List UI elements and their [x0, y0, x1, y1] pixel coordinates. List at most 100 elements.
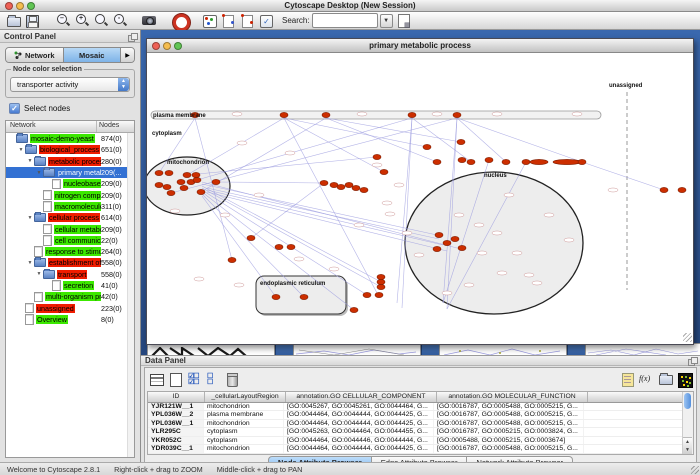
preferences-icon[interactable] [396, 13, 412, 28]
tree-row-nitrogen-compo[interactable]: nitrogen compo209(0) [6, 189, 134, 200]
graph-node[interactable] [553, 159, 581, 164]
edge[interactable] [202, 184, 437, 235]
disclosure-triangle[interactable]: ▼ [26, 158, 34, 164]
graph-node[interactable] [678, 187, 686, 192]
float-panel-icon[interactable] [128, 33, 136, 40]
notes-icon[interactable] [620, 372, 635, 387]
graph-node[interactable] [192, 172, 200, 177]
tree-row-primary-metabo[interactable]: ▼primary metabo209(... [6, 167, 134, 178]
network-canvas[interactable]: plasma membranecytoplasmmitochondrionnuc… [147, 53, 693, 343]
trash-icon[interactable] [225, 372, 240, 387]
graph-node[interactable] [193, 177, 201, 182]
close-frame-button[interactable] [152, 42, 160, 50]
tree-row-cellular-metabo[interactable]: cellular metabo209(0) [6, 223, 134, 234]
table-row[interactable]: YJR121W__1mitochondrion[GO:0045267, GO:0… [148, 403, 693, 412]
graph-node[interactable] [320, 180, 328, 185]
zoom-window-button[interactable] [27, 2, 35, 10]
float-panel-icon[interactable] [688, 357, 696, 364]
tree-row-cellular-process[interactable]: ▼cellular process614(0) [6, 212, 134, 223]
graph-node[interactable] [345, 182, 353, 187]
graph-node[interactable] [228, 257, 236, 262]
graph-node[interactable] [408, 112, 416, 117]
graph-node[interactable] [530, 159, 548, 164]
export-image-snapshot-icon[interactable] [142, 13, 158, 28]
column-header-1[interactable]: _cellularLayoutRegion [205, 392, 286, 402]
tree-scrollbar[interactable] [127, 133, 134, 457]
tree-row-mosaic-demo-yeast[interactable]: mosaic-demo-yeast874(0) [6, 133, 134, 144]
network-overlay-icon[interactable] [202, 13, 218, 28]
tree-row-metabolic-process[interactable]: ▼metabolic process280(0) [6, 156, 134, 167]
edge[interactable] [202, 188, 381, 287]
save-session-icon[interactable] [25, 13, 41, 28]
edge[interactable] [187, 118, 284, 175]
column-header-2[interactable]: annotation.GO CELLULAR_COMPONENT [286, 392, 437, 402]
graph-node[interactable] [247, 235, 255, 240]
graph-node[interactable] [167, 190, 175, 195]
graph-node[interactable] [363, 292, 371, 297]
edge[interactable] [202, 186, 381, 282]
graph-node[interactable] [373, 154, 381, 159]
graph-node[interactable] [485, 157, 493, 162]
edge[interactable] [582, 162, 664, 190]
table-row[interactable]: YKR052Ccytoplasm[GO:0044464, GO:0044446,… [148, 437, 693, 446]
tree-row-response-to-stimulu[interactable]: response to stimulu264(0) [6, 246, 134, 257]
graph-node[interactable] [300, 294, 308, 299]
edge[interactable] [397, 118, 412, 303]
region-nucleus[interactable] [405, 172, 583, 314]
scrollbar-thumb[interactable] [684, 393, 691, 409]
table-row[interactable]: YPL036W__2plasma membrane[GO:0044464, GO… [148, 411, 693, 420]
column-header-3[interactable]: annotation.GO MOLECULAR_FUNCTION [437, 392, 588, 402]
edge[interactable] [284, 118, 427, 147]
tree-column-nodes[interactable]: Nodes [97, 121, 134, 132]
edge[interactable] [457, 118, 582, 162]
vizmapper-edges-icon[interactable] [240, 13, 256, 28]
region-plasma-membrane[interactable] [151, 111, 601, 119]
tab-mosaic[interactable]: Mosaic [64, 48, 122, 62]
graph-node[interactable] [275, 244, 283, 249]
table-row[interactable]: YPL036W__1mitochondrion[GO:0044464, GO:0… [148, 420, 693, 429]
table-row[interactable]: YDR039C__1mitochondrion[GO:0044464, GO:0… [148, 445, 693, 454]
disclosure-triangle[interactable]: ▼ [35, 170, 43, 176]
graph-node[interactable] [451, 236, 459, 241]
graph-node[interactable] [155, 182, 163, 187]
graph-node[interactable] [578, 159, 586, 164]
search-input[interactable] [312, 13, 378, 28]
disclosure-triangle[interactable]: ▼ [35, 271, 43, 277]
disclosure-triangle[interactable]: ▼ [26, 260, 34, 266]
graph-node[interactable] [433, 246, 441, 251]
zoom-fit-content-icon[interactable]: ▫ [112, 13, 128, 28]
disclosure-triangle[interactable]: ▼ [26, 215, 34, 221]
function-builder-icon[interactable]: f(x) [639, 372, 654, 387]
graph-node[interactable] [377, 274, 385, 279]
network-graph[interactable]: plasma membranecytoplasmmitochondrionnuc… [147, 53, 691, 343]
node-color-dropdown[interactable]: transporter activity ▲▼ [10, 77, 130, 92]
tree-row-nucleobase-[interactable]: nucleobase-209(0) [6, 178, 134, 189]
graph-node[interactable] [177, 179, 185, 184]
graph-node[interactable] [322, 112, 330, 117]
edge[interactable] [326, 118, 461, 142]
edge[interactable] [216, 182, 324, 183]
graph-node[interactable] [453, 112, 461, 117]
graph-node[interactable] [350, 307, 358, 312]
unselect-attributes-icon[interactable]: ☐☐ [206, 372, 221, 387]
column-header-0[interactable]: ID [148, 392, 205, 402]
minimize-window-button[interactable] [16, 2, 24, 10]
filter-icon[interactable]: ✓ [259, 13, 275, 28]
import-attributes-icon[interactable] [658, 372, 673, 387]
graph-node[interactable] [183, 172, 191, 177]
minimize-frame-button[interactable] [163, 42, 171, 50]
graph-node[interactable] [165, 170, 173, 175]
select-nodes-checkbox[interactable]: ✓ [9, 103, 20, 114]
create-attribute-icon[interactable] [168, 372, 183, 387]
attribute-matrix-icon[interactable] [677, 372, 692, 387]
graph-node[interactable] [163, 184, 171, 189]
tree-row-unassigned[interactable]: unassigned223(0) [6, 302, 134, 313]
tree-row-biological-process[interactable]: ▼biological_process651(0) [6, 144, 134, 155]
network-frame-titlebar[interactable]: primary metabolic process [147, 39, 693, 53]
graph-node[interactable] [502, 159, 510, 164]
zoom-in-icon[interactable]: + [74, 13, 90, 28]
graph-node[interactable] [155, 170, 163, 175]
zoom-selected-region-icon[interactable] [93, 13, 109, 28]
select-attributes-icon[interactable] [149, 372, 164, 387]
tree-column-network[interactable]: Network [6, 121, 97, 132]
